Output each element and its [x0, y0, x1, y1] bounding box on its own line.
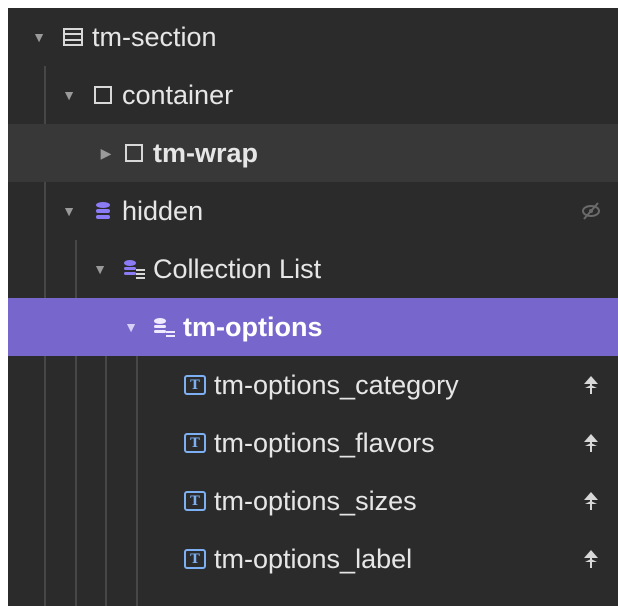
eye-off-icon[interactable]	[576, 182, 606, 240]
tree-item-tm-wrap[interactable]: ▶ tm-wrap	[8, 124, 618, 182]
tree-item-tm-options-category[interactable]: T tm-options_category	[8, 356, 618, 414]
tree-item-container[interactable]: ▼ container	[8, 66, 618, 124]
tree-item-tm-options[interactable]: ▼ tm-options	[8, 298, 618, 356]
box-icon	[119, 124, 149, 182]
section-icon	[58, 8, 88, 66]
tree-item-label: tm-options_category	[214, 370, 459, 400]
chevron-down-icon[interactable]: ▼	[31, 8, 47, 66]
cms-bound-icon	[576, 414, 606, 472]
tree-item-label: tm-options_label	[214, 544, 413, 574]
tree-item-label: tm-options_sizes	[214, 486, 417, 516]
cms-database-icon	[88, 182, 118, 240]
chevron-down-icon[interactable]: ▼	[123, 298, 139, 356]
tree-item-label: tm-options	[183, 312, 323, 342]
tree-item-tm-options-flavors[interactable]: T tm-options_flavors	[8, 414, 618, 472]
cms-bound-icon	[576, 472, 606, 530]
chevron-down-icon[interactable]: ▼	[61, 182, 77, 240]
tree-item-label: container	[122, 80, 234, 110]
tree-item-hidden[interactable]: ▼ hidden	[8, 182, 618, 240]
chevron-down-icon[interactable]: ▼	[92, 240, 108, 298]
text-icon: T	[180, 472, 210, 530]
tree-item-label: tm-wrap	[153, 138, 259, 168]
navigator-panel: ▼ tm-section ▼ container ▶ tm-wrap ▼ hid…	[8, 8, 618, 606]
tree-item-label: tm-options_flavors	[214, 428, 435, 458]
tree-item-tm-options-label[interactable]: T tm-options_label	[8, 530, 618, 588]
text-icon: T	[180, 530, 210, 588]
chevron-down-icon[interactable]: ▼	[61, 66, 77, 124]
text-icon: T	[180, 356, 210, 414]
text-icon: T	[180, 414, 210, 472]
tree-item-label: hidden	[122, 196, 204, 226]
tree-item-tm-section[interactable]: ▼ tm-section	[8, 8, 618, 66]
tree-item-collection-list[interactable]: ▼ Collection List	[8, 240, 618, 298]
tree-item-tm-options-sizes[interactable]: T tm-options_sizes	[8, 472, 618, 530]
tree-item-label: tm-section	[92, 22, 217, 52]
cms-bound-icon	[576, 530, 606, 588]
tree-item-label: Collection List	[153, 254, 322, 284]
collection-list-icon	[119, 240, 149, 298]
chevron-right-icon[interactable]: ▶	[98, 124, 114, 182]
cms-bound-icon	[576, 356, 606, 414]
collection-item-icon	[149, 298, 179, 356]
box-icon	[88, 66, 118, 124]
